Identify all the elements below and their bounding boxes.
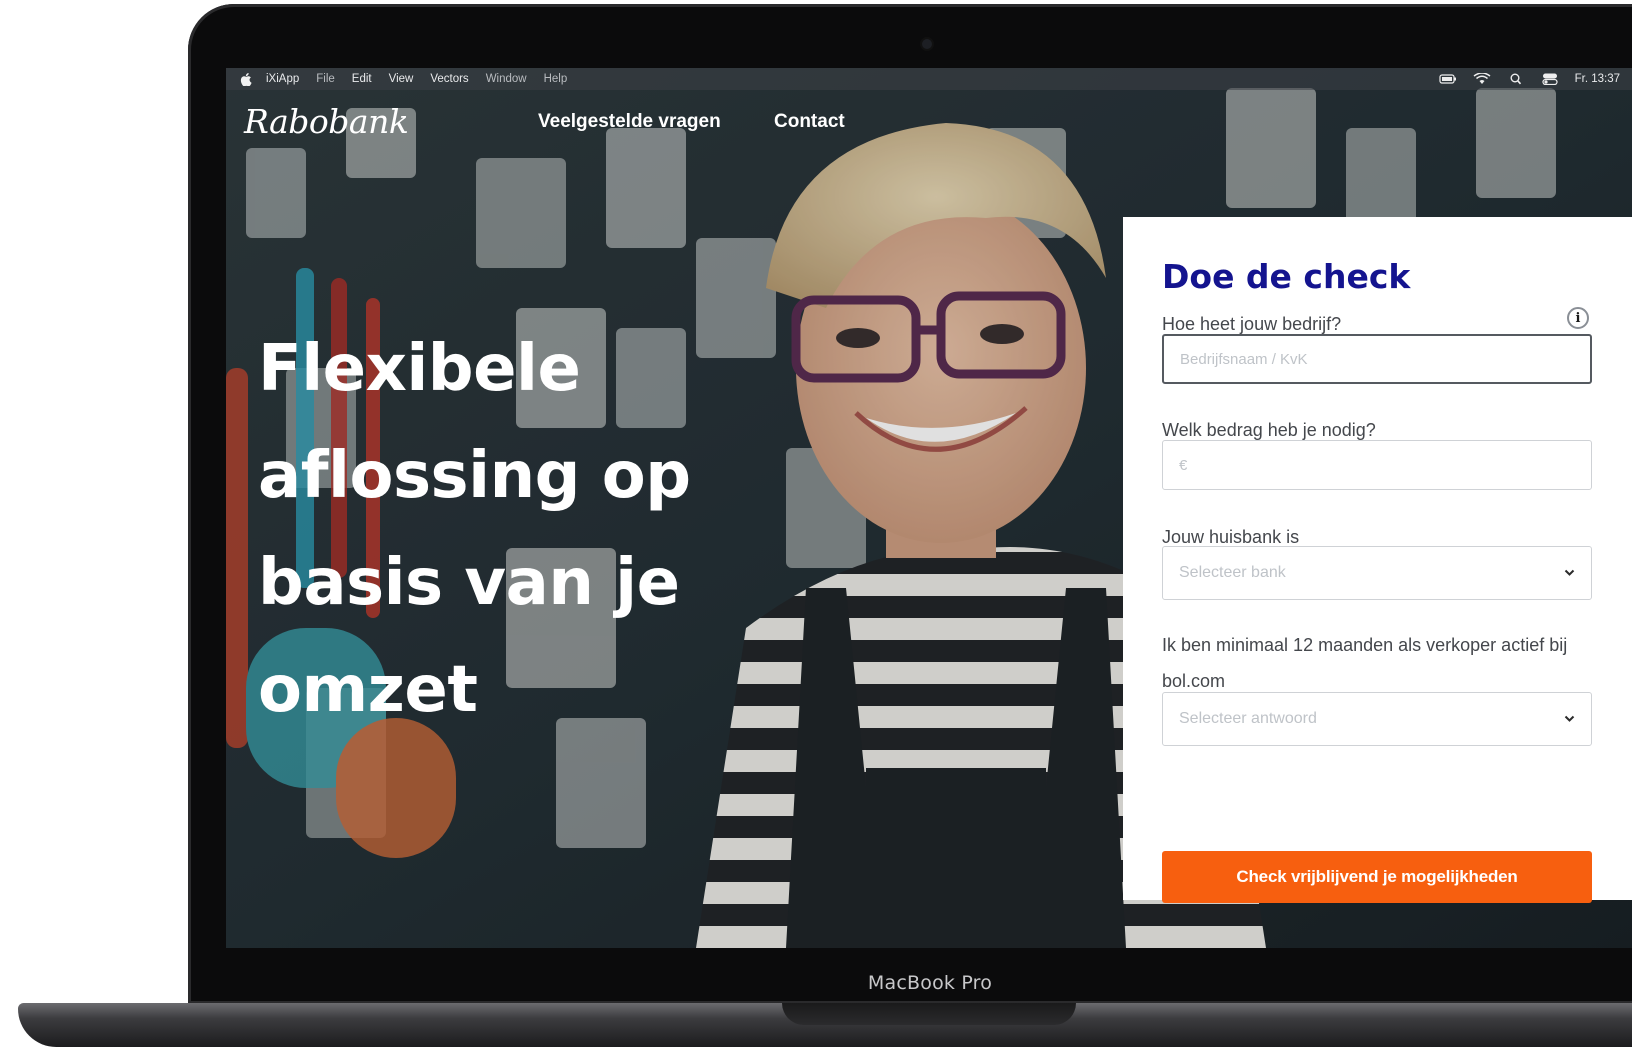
amount-input[interactable]: [1162, 440, 1592, 490]
apple-logo-icon[interactable]: [240, 72, 252, 86]
amount-label: Welk bedrag heb je nodig?: [1162, 420, 1376, 440]
laptop-notch: [782, 1003, 1076, 1025]
bank-select[interactable]: Selecteer bank: [1162, 546, 1592, 600]
check-submit-button[interactable]: Check vrijblijvend je mogelijkheden: [1162, 851, 1592, 903]
nav-contact-link[interactable]: Contact: [774, 111, 845, 133]
wifi-icon[interactable]: [1473, 73, 1491, 85]
device-label: MacBook Pro: [867, 972, 993, 994]
seller-label: Ik ben minimaal 12 maanden als verkoper …: [1162, 635, 1568, 691]
menu-item-app[interactable]: iXiApp: [266, 73, 299, 85]
screen: iXiApp File Edit View Vectors Window Hel…: [226, 68, 1632, 948]
menu-item-file[interactable]: File: [316, 73, 335, 85]
menu-item-view[interactable]: View: [389, 73, 414, 85]
bank-select-value: Selecteer bank: [1179, 564, 1286, 581]
menu-item-help[interactable]: Help: [544, 73, 568, 85]
camera: [922, 39, 932, 49]
info-icon[interactable]: i: [1567, 307, 1589, 329]
hero-heading: Flexibele aflossing op basis van je omze…: [258, 332, 691, 727]
bank-label: Jouw huisbank is: [1162, 527, 1300, 547]
chevron-down-icon: [1564, 569, 1575, 576]
menubar-clock: Fr. 13:37: [1574, 73, 1620, 85]
spotlight-search-icon[interactable]: [1507, 73, 1525, 85]
control-center-icon[interactable]: [1541, 73, 1559, 85]
company-label: Hoe heet jouw bedrijf?: [1162, 314, 1342, 334]
battery-icon[interactable]: [1439, 73, 1457, 85]
menu-item-window[interactable]: Window: [486, 73, 527, 85]
chevron-down-icon: [1564, 715, 1575, 722]
menu-bar: iXiApp File Edit View Vectors Window Hel…: [226, 68, 1632, 90]
site-logo[interactable]: Rabobank: [244, 102, 409, 141]
company-input[interactable]: [1162, 334, 1592, 384]
seller-select[interactable]: Selecteer antwoord: [1162, 692, 1592, 746]
menu-item-vectors[interactable]: Vectors: [430, 73, 468, 85]
seller-select-value: Selecteer antwoord: [1179, 710, 1317, 727]
check-form-card: Doe de check Hoe heet jouw bedrijf? i We…: [1123, 217, 1632, 903]
form-title: Doe de check: [1162, 257, 1411, 296]
menu-item-edit[interactable]: Edit: [352, 73, 372, 85]
nav-faq-link[interactable]: Veelgestelde vragen: [538, 111, 721, 133]
